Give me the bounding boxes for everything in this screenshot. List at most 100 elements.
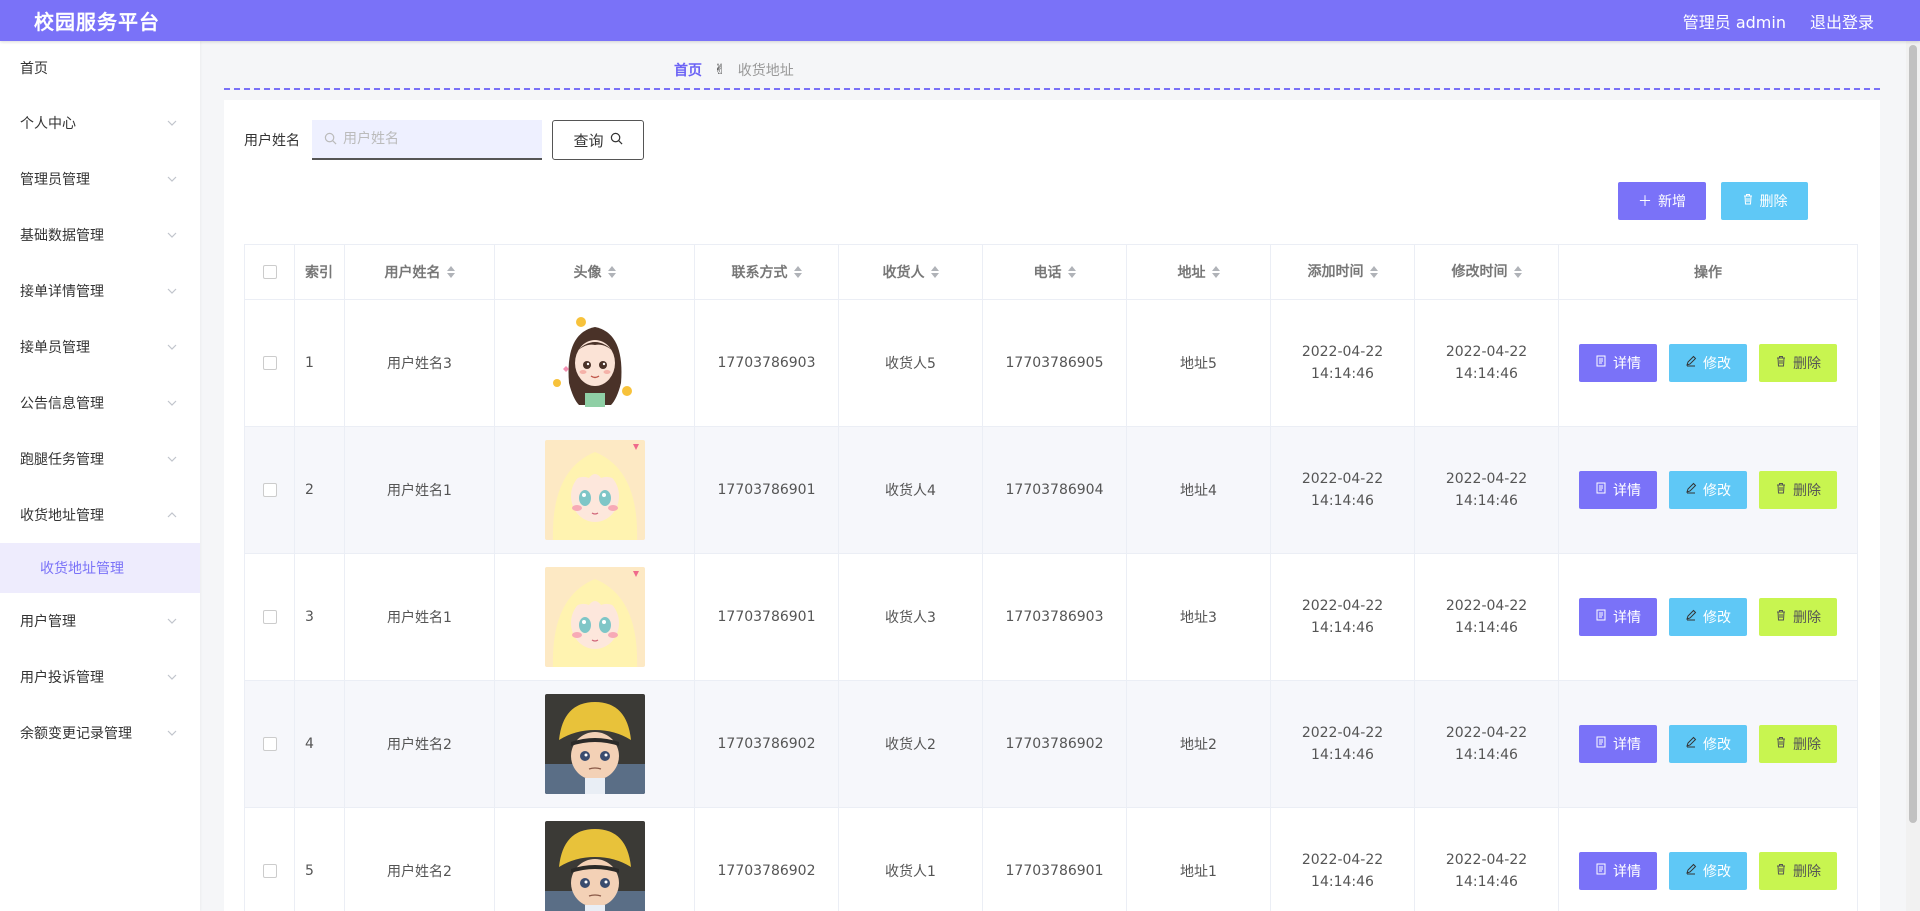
bulk-delete-label: 删除: [1759, 194, 1788, 210]
sidebar-item-balance-records[interactable]: 余额变更记录管理: [0, 705, 200, 761]
cell-added-time: 2022-04-22 14:14:46: [1271, 300, 1415, 426]
sidebar-item-label: 接单详情管理: [20, 284, 104, 300]
delete-button[interactable]: 删除: [1759, 725, 1837, 763]
edit-button-label: 修改: [1703, 356, 1731, 372]
column-header-sortable[interactable]: 用户姓名: [345, 245, 495, 299]
sidebar-item-home[interactable]: 首页: [0, 41, 200, 95]
edit-button[interactable]: 修改: [1669, 598, 1747, 636]
cell-added-time: 2022-04-22 14:14:46: [1271, 427, 1415, 553]
sidebar-item-users[interactable]: 用户管理: [0, 593, 200, 649]
row-checkbox[interactable]: [262, 356, 277, 370]
sidebar-item-order-details[interactable]: 接单详情管理: [0, 263, 200, 319]
edit-button[interactable]: 修改: [1669, 471, 1747, 509]
detail-button-label: 详情: [1613, 356, 1641, 372]
edit-button[interactable]: 修改: [1669, 852, 1747, 890]
cell-user-name: 用户姓名2: [345, 808, 495, 911]
detail-button[interactable]: 详情: [1579, 852, 1657, 890]
breadcrumb-home-link[interactable]: 首页: [674, 60, 702, 80]
sort-icon[interactable]: [1369, 266, 1378, 278]
pencil-icon: [1685, 863, 1697, 879]
add-button-label: 新增: [1658, 194, 1686, 210]
avatar-girl-dark-hair: [544, 313, 645, 413]
sidebar-item-errand-tasks[interactable]: 跑腿任务管理: [0, 431, 200, 487]
admin-user-label[interactable]: 管理员 admin: [1683, 9, 1786, 33]
detail-button[interactable]: 详情: [1579, 471, 1657, 509]
edit-button-label: 修改: [1703, 737, 1731, 753]
trash-icon: [1775, 482, 1787, 498]
delete-button[interactable]: 删除: [1759, 344, 1837, 382]
sidebar-item-complaints[interactable]: 用户投诉管理: [0, 649, 200, 705]
sidebar-subitem-delivery-address[interactable]: 收货地址管理: [0, 543, 200, 593]
detail-button[interactable]: 详情: [1579, 344, 1657, 382]
table-header-row: 索引 用户姓名 头像 联系方式 收货人 电话 地址 添加时间 修改时间 操作: [245, 245, 1857, 300]
top-bar: 校园服务平台 管理员 admin 退出登录: [0, 0, 1920, 41]
sort-icon[interactable]: [1067, 266, 1076, 278]
sidebar-item-couriers[interactable]: 接单员管理: [0, 319, 200, 375]
detail-button[interactable]: 详情: [1579, 725, 1657, 763]
column-header-label: 添加时间: [1307, 264, 1364, 280]
pencil-icon: [1685, 482, 1697, 498]
column-header-label: 头像: [573, 265, 602, 281]
add-button[interactable]: ＋ 新增: [1618, 182, 1706, 220]
row-checkbox[interactable]: [262, 864, 277, 878]
sidebar-item-announcements[interactable]: 公告信息管理: [0, 375, 200, 431]
column-header-sortable[interactable]: 联系方式: [695, 245, 839, 299]
column-header: 操作: [1559, 245, 1857, 299]
cell-avatar: [495, 300, 695, 426]
column-header-label: 索引: [305, 265, 333, 281]
chevron-down-icon: [166, 615, 178, 627]
cell-index: 3: [295, 554, 345, 680]
trash-icon: [1775, 863, 1787, 879]
document-icon: [1595, 482, 1607, 498]
sidebar-item-label: 用户投诉管理: [20, 670, 104, 686]
column-header-sortable[interactable]: 地址: [1127, 245, 1271, 299]
page-scrollbar[interactable]: [1906, 41, 1920, 911]
sidebar-item-label: 首页: [20, 61, 48, 77]
row-checkbox[interactable]: [262, 610, 277, 624]
search-input[interactable]: [343, 131, 533, 147]
edit-button[interactable]: 修改: [1669, 344, 1747, 382]
sort-icon[interactable]: [793, 266, 802, 278]
edit-button-label: 修改: [1703, 864, 1731, 880]
sort-icon[interactable]: [1513, 266, 1522, 278]
sidebar-item-label: 接单员管理: [20, 340, 90, 356]
header-select-all: [245, 245, 295, 299]
edit-button-label: 修改: [1703, 483, 1731, 499]
column-header-sortable[interactable]: 修改时间: [1415, 245, 1559, 299]
sidebar-item-delivery-address[interactable]: 收货地址管理: [0, 487, 200, 543]
sidebar-item-admin-management[interactable]: 管理员管理: [0, 151, 200, 207]
row-checkbox[interactable]: [262, 483, 277, 497]
cell-added-time: 2022-04-22 14:14:46: [1271, 681, 1415, 807]
column-header-sortable[interactable]: 电话: [983, 245, 1127, 299]
column-header-sortable[interactable]: 头像: [495, 245, 695, 299]
edit-button[interactable]: 修改: [1669, 725, 1747, 763]
chevron-up-icon: [166, 509, 178, 521]
logout-button[interactable]: 退出登录: [1810, 9, 1874, 33]
bulk-delete-button[interactable]: 删除: [1721, 182, 1808, 220]
delete-button[interactable]: 删除: [1759, 471, 1837, 509]
sidebar-item-basic-data[interactable]: 基础数据管理: [0, 207, 200, 263]
delete-button[interactable]: 删除: [1759, 598, 1837, 636]
delete-button-label: 删除: [1793, 483, 1821, 499]
table-row: 5 用户姓名2 17703786902 收货人1 17703786901 地址1…: [245, 808, 1857, 911]
cell-avatar: [495, 427, 695, 553]
search-label: 用户姓名: [244, 133, 300, 149]
breadcrumb-divider: [224, 88, 1880, 90]
select-all-checkbox[interactable]: [262, 265, 277, 279]
column-header-label: 地址: [1177, 265, 1206, 281]
sidebar-item-personal-center[interactable]: 个人中心: [0, 95, 200, 151]
column-header-sortable[interactable]: 添加时间: [1271, 245, 1415, 299]
cell-avatar: [495, 808, 695, 911]
query-button[interactable]: 查询: [552, 120, 644, 160]
search-bar: 用户姓名 查询: [244, 120, 644, 160]
scrollbar-thumb[interactable]: [1909, 45, 1917, 823]
sort-icon[interactable]: [607, 266, 616, 278]
breadcrumb: 首页 ✌ 收货地址: [674, 60, 794, 80]
row-checkbox[interactable]: [262, 737, 277, 751]
sort-icon[interactable]: [930, 266, 939, 278]
sort-icon[interactable]: [1211, 266, 1220, 278]
sort-icon[interactable]: [446, 266, 455, 278]
column-header-sortable[interactable]: 收货人: [839, 245, 983, 299]
detail-button[interactable]: 详情: [1579, 598, 1657, 636]
delete-button[interactable]: 删除: [1759, 852, 1837, 890]
